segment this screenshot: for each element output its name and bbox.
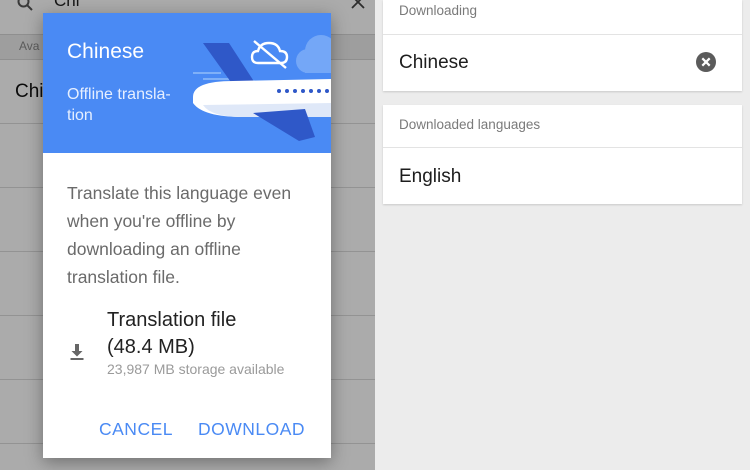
dialog-title: Chinese	[67, 40, 145, 63]
translation-file-size: Translation file (48.4 MB)	[107, 309, 237, 358]
offline-translation-dialog: Chinese Offline transla- tion Translate …	[43, 13, 331, 458]
downloaded-languages-section: Downloaded languages English	[383, 105, 742, 204]
downloaded-language-item[interactable]: English	[399, 166, 461, 188]
cancel-circle-icon[interactable]	[696, 52, 716, 72]
storage-available: 23,987 MB storage available	[107, 361, 285, 377]
downloaded-languages-label: Downloaded languages	[399, 117, 541, 132]
downloading-language: Chinese	[399, 52, 469, 73]
airplane-illustration	[193, 35, 331, 141]
download-icon	[70, 344, 84, 360]
cloud-off-icon	[250, 40, 289, 69]
dialog-description: Translate this language even when you're…	[67, 183, 292, 287]
download-button[interactable]: DOWNLOAD	[198, 419, 305, 440]
downloading-section: Downloading Chinese	[383, 0, 742, 91]
dialog-subtitle: Offline transla- tion	[67, 86, 171, 124]
dialog-banner: Chinese Offline transla- tion	[43, 13, 331, 153]
language-picker-pane: Chi Ava Chi Chinese Offline transla- tio…	[0, 0, 375, 470]
divider	[383, 34, 742, 35]
offline-languages-pane: Downloading Chinese Downloaded languages…	[375, 0, 750, 470]
divider	[383, 147, 742, 148]
cancel-button[interactable]: CANCEL	[99, 419, 173, 440]
downloading-label: Downloading	[399, 3, 478, 18]
